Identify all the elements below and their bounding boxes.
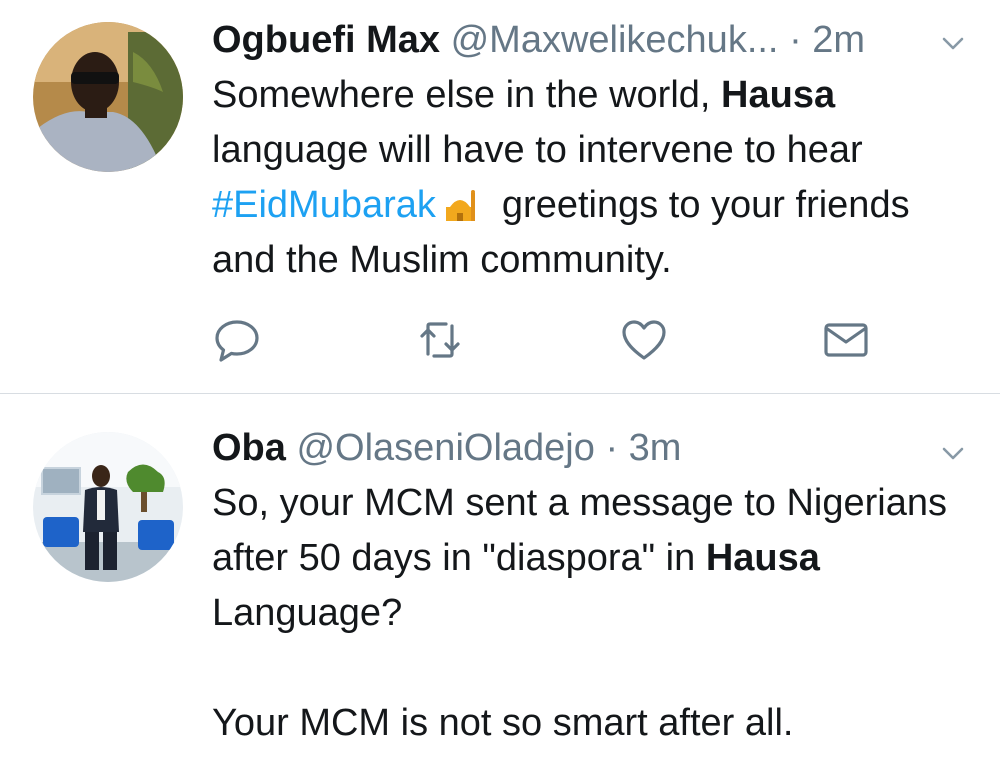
avatar-photo bbox=[33, 22, 183, 172]
heart-icon[interactable] bbox=[620, 316, 668, 364]
mosque-emoji bbox=[442, 182, 478, 221]
tweet-header: Oba @OlaseniOladejo · 3m bbox=[212, 426, 681, 470]
timestamp[interactable]: 3m bbox=[629, 427, 682, 469]
text-segment: Your MCM is not so smart after all. bbox=[212, 702, 794, 744]
chevron-down-icon[interactable] bbox=[940, 440, 966, 466]
tweet-header: Ogbuefi Max @Maxwelikechuk... · 2m bbox=[212, 18, 865, 62]
bold-keyword: Hausa bbox=[721, 74, 836, 116]
tweet[interactable]: Oba @OlaseniOladejo · 3m So, your MCM se… bbox=[0, 394, 1000, 768]
text-segment: Somewhere else in the world, bbox=[212, 74, 722, 116]
reply-icon[interactable] bbox=[213, 316, 261, 364]
avatar[interactable] bbox=[33, 432, 183, 582]
paragraph-break bbox=[212, 641, 972, 696]
text-segment: Language? bbox=[212, 592, 403, 634]
hashtag-link[interactable]: #EidMubarak bbox=[212, 184, 436, 226]
text-segment: language will have to intervene to hear bbox=[212, 129, 863, 171]
bold-keyword: Hausa bbox=[705, 537, 820, 579]
text-segment: So, your MCM sent a message to Nigerians… bbox=[212, 482, 947, 579]
timestamp[interactable]: 2m bbox=[812, 19, 865, 61]
user-handle[interactable]: @OlaseniOladejo bbox=[296, 427, 594, 469]
tweet-text: So, your MCM sent a message to Nigerians… bbox=[212, 476, 972, 751]
separator: · bbox=[789, 19, 802, 61]
user-handle[interactable]: @Maxwelikechuk... bbox=[451, 19, 779, 61]
tweet-actions bbox=[0, 316, 1000, 366]
tweet-text: Somewhere else in the world, Hausa langu… bbox=[212, 68, 972, 288]
retweet-icon[interactable] bbox=[416, 316, 464, 364]
avatar-photo bbox=[33, 432, 183, 582]
envelope-icon[interactable] bbox=[822, 316, 870, 364]
chevron-down-icon[interactable] bbox=[940, 30, 966, 56]
tweet[interactable]: Ogbuefi Max @Maxwelikechuk... · 2m Somew… bbox=[0, 0, 1000, 393]
avatar[interactable] bbox=[33, 22, 183, 172]
separator: · bbox=[605, 427, 619, 469]
display-name[interactable]: Ogbuefi Max bbox=[212, 19, 440, 61]
display-name[interactable]: Oba bbox=[212, 427, 286, 469]
